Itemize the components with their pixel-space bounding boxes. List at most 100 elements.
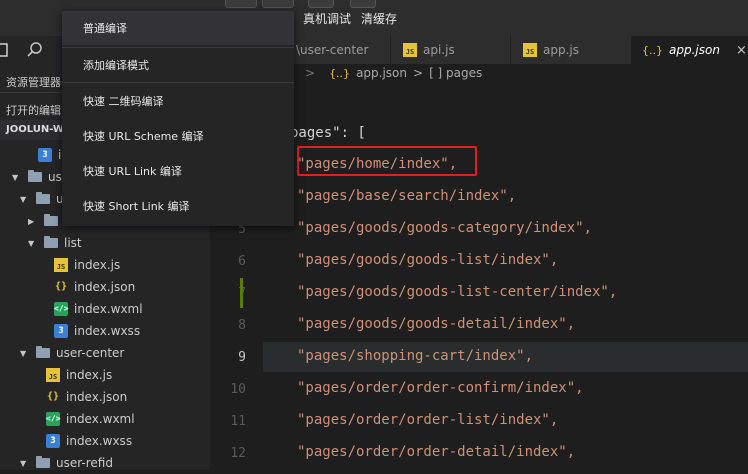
breadcrumb-file[interactable]: app.json — [356, 66, 407, 80]
tree-file[interactable]: {} index.json — [46, 386, 127, 408]
tree-item-label: index.json — [74, 280, 136, 294]
folder-icon — [44, 214, 58, 226]
wxml-file-icon: </> — [54, 302, 68, 316]
tab-label: \user-center — [296, 43, 369, 57]
wxss-file-icon: 3 — [54, 324, 68, 338]
folder-icon — [28, 170, 42, 182]
code-line: "pages/order/order-detail/index", — [297, 444, 576, 460]
js-file-icon: JS — [54, 258, 68, 272]
tree-item-label: index.js — [66, 368, 113, 382]
tree-item-label: index.wxss — [66, 434, 133, 448]
tree-folder[interactable]: ▼ user-center — [20, 342, 124, 364]
chevron-down-icon: ▼ — [12, 172, 19, 182]
line-number: 12 — [230, 446, 246, 461]
tree-file[interactable]: {} index.json — [54, 276, 135, 298]
menu-item-url-scheme-compile[interactable]: 快速 URL Scheme 编译 — [62, 119, 294, 153]
menu-item-qrcode-compile[interactable]: 快速 二维码编译 — [62, 84, 294, 118]
close-icon[interactable]: × — [736, 43, 747, 58]
tree-item-label: user-center — [56, 346, 125, 360]
tree-item-label: index.json — [66, 390, 128, 404]
menu-item-add-compile-mode[interactable]: 添加编译模式 — [62, 48, 294, 82]
code-line: "pages/goods/goods-list/index", — [297, 252, 559, 268]
json-file-icon: {..} — [642, 43, 663, 57]
tab-bar: \user-center JS api.js JS app.js {..} ap… — [290, 36, 748, 64]
menu-item-normal-compile[interactable]: 普通编译 — [62, 11, 294, 45]
tree-file[interactable]: </> index.wxml — [54, 298, 143, 320]
code-key-line: pages": [ — [290, 125, 366, 141]
tree-file[interactable]: JS index.js — [54, 254, 120, 276]
js-file-icon: JS — [523, 43, 537, 57]
tree-folder[interactable]: ▼ u — [20, 188, 64, 210]
line-number: 8 — [238, 318, 246, 333]
tab-label: app.json — [669, 43, 720, 57]
files-icon[interactable] — [0, 42, 10, 58]
chevron-down-icon: ▼ — [20, 348, 27, 358]
tree-file[interactable]: 3 index.wxss — [54, 320, 140, 342]
chevron-right-icon: > — [305, 66, 316, 80]
js-file-icon: JS — [46, 368, 60, 382]
tree-item-label: index.wxss — [74, 324, 141, 338]
toolbar-button[interactable] — [350, 0, 376, 8]
tab-app-json[interactable]: {..} app.json × — [632, 36, 748, 64]
tab-label: app.js — [543, 43, 579, 57]
tree-file[interactable]: 3 index.wxss — [46, 430, 132, 452]
modified-line-marker — [240, 278, 243, 308]
tree-folder[interactable]: ▼ user-refid — [20, 452, 113, 474]
line-number-current: 9 — [238, 350, 246, 365]
search-icon[interactable] — [26, 41, 44, 59]
folder-icon — [36, 346, 50, 358]
tree-item-label: user-refid — [56, 456, 113, 470]
breadcrumb-node[interactable]: [ ] pages — [429, 66, 482, 80]
code-line: "pages/goods/goods-list-center/index", — [297, 284, 618, 300]
folder-icon — [36, 192, 50, 204]
tree-item-label: index.js — [74, 258, 121, 272]
breadcrumb: > {..} app.json > [ ] pages — [305, 66, 482, 80]
wxss-file-icon: 3 — [46, 434, 60, 448]
tab-label: api.js — [423, 43, 455, 57]
js-file-icon: JS — [403, 43, 417, 57]
folder-icon — [36, 456, 50, 468]
code-line: "pages/goods/goods-detail/index", — [297, 316, 576, 332]
breadcrumb-separator: > — [413, 66, 424, 80]
tab-user-center[interactable]: \user-center — [290, 36, 391, 64]
menu-divider — [62, 82, 294, 83]
clear-cache-button[interactable]: 清缓存 — [361, 10, 397, 27]
chevron-down-icon: ▼ — [20, 458, 27, 468]
menu-item-url-link-compile[interactable]: 快速 URL Link 编译 — [62, 154, 294, 188]
tree-folder[interactable]: ▼ use — [12, 166, 69, 188]
chevron-down-icon: ▼ — [28, 238, 35, 248]
wxss-file-icon: 3 — [38, 148, 52, 162]
compile-mode-menu: 普通编译 添加编译模式 快速 二维码编译 快速 URL Scheme 编译 快速… — [62, 10, 294, 226]
tree-file[interactable]: </> index.wxml — [46, 408, 135, 430]
code-line: "pages/base/search/index", — [297, 188, 517, 204]
tab-api-js[interactable]: JS api.js — [391, 36, 511, 64]
code-editor[interactable]: > {..} app.json > [ ] pages pages": [ "p… — [263, 64, 748, 470]
tab-app-js[interactable]: JS app.js — [511, 36, 632, 64]
code-line: "pages/shopping-cart/index", — [297, 348, 534, 364]
toolbar-button[interactable] — [308, 0, 334, 8]
code-line: "pages/order/order-confirm/index", — [297, 380, 584, 396]
tree-folder[interactable]: ▶ — [28, 210, 64, 232]
json-file-icon: {..} — [329, 66, 351, 80]
tree-item-label: index.wxml — [66, 412, 135, 426]
highlight-box — [297, 146, 477, 176]
menu-item-short-link-compile[interactable]: 快速 Short Link 编译 — [62, 189, 294, 223]
line-number: 6 — [238, 254, 246, 269]
tree-file[interactable]: JS index.js — [46, 364, 112, 386]
realdevice-debug-button[interactable]: 真机调试 — [303, 10, 351, 27]
line-number: 11 — [230, 414, 246, 429]
json-file-icon: {} — [46, 391, 60, 402]
tree-item-label: list — [64, 236, 82, 250]
code-line: "pages/order/order-list/index", — [297, 412, 559, 428]
line-number: 10 — [230, 382, 246, 397]
tree-folder[interactable]: ▼ list — [28, 232, 82, 254]
toolbar-button[interactable] — [225, 0, 257, 8]
chevron-right-icon: ▶ — [28, 216, 35, 226]
toolbar-button[interactable] — [262, 0, 294, 8]
json-file-icon: {} — [54, 281, 68, 292]
tree-item-label: index.wxml — [74, 302, 143, 316]
code-line: "pages/goods/goods-category/index", — [297, 220, 593, 236]
folder-icon — [44, 236, 58, 248]
wxml-file-icon: </> — [46, 412, 60, 426]
project-title: JOOLUN-W — [6, 124, 64, 135]
